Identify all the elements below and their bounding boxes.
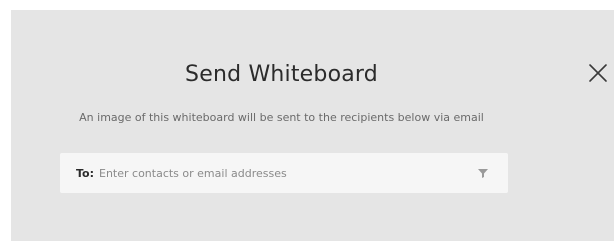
dialog-description: An image of this whiteboard will be sent… <box>79 111 484 124</box>
recipients-field[interactable]: To: <box>60 153 508 193</box>
close-button[interactable] <box>587 62 609 84</box>
recipients-input[interactable] <box>99 166 476 180</box>
funnel-icon[interactable] <box>476 166 490 180</box>
to-label: To: <box>76 166 94 180</box>
close-icon <box>589 64 607 82</box>
send-whiteboard-dialog: Send Whiteboard An image of this whitebo… <box>11 10 614 241</box>
dialog-title: Send Whiteboard <box>185 62 378 87</box>
